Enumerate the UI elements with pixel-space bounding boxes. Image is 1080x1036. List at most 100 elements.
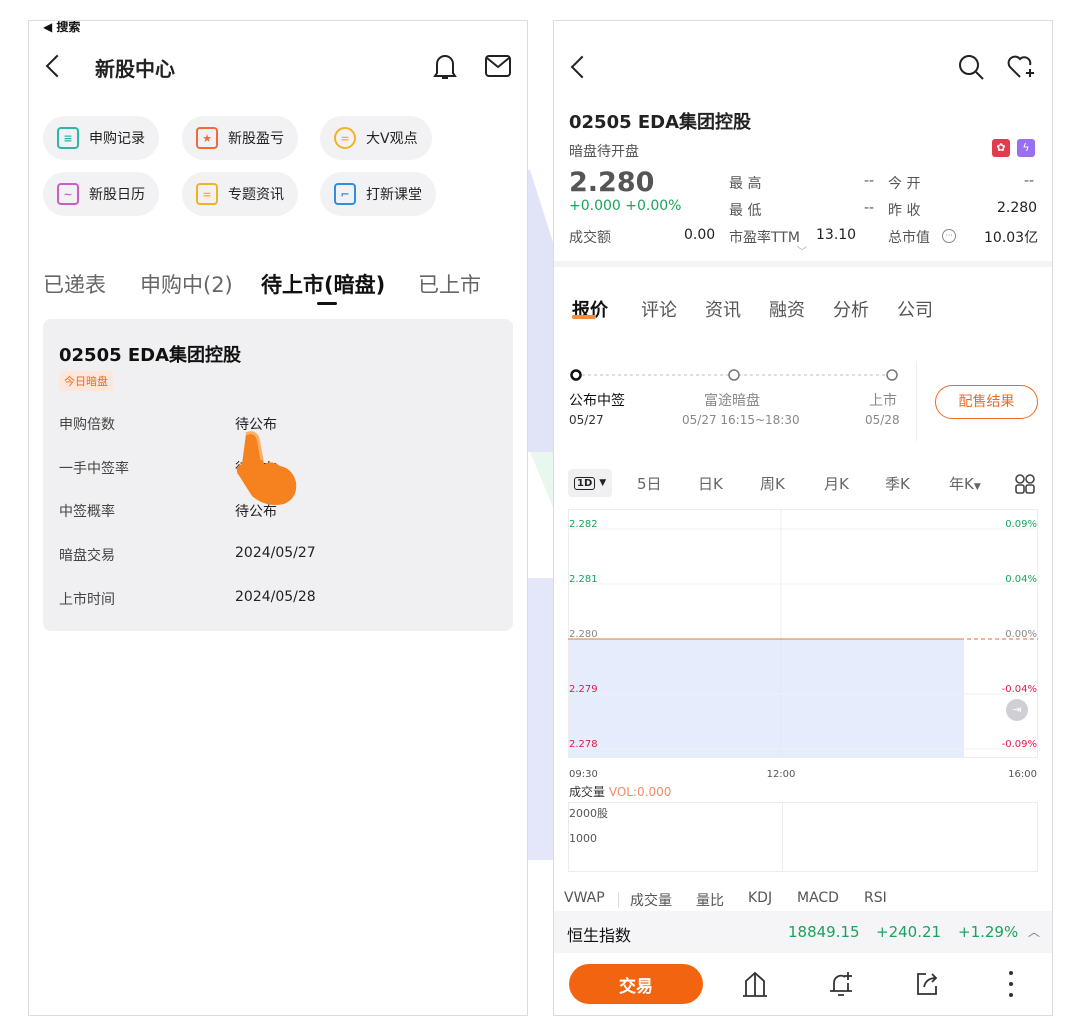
tab-comments[interactable]: 评论 [641,296,677,322]
timeline-step-date: 05/28 [865,413,900,427]
volume-title: 成交量 [569,785,606,799]
market-cap-label: 总市值 [888,230,930,246]
volume-value: VOL:0.000 [608,785,672,799]
indicator-macd[interactable]: MACD [797,890,839,906]
row-value: 待公布 [235,417,277,433]
back-arrow-icon[interactable] [45,54,69,78]
ipo-center-panel: ◀ 搜索 新股中心 ≡ 申购记录 ★ 新股盈亏 = 大V观点 ~ 新股日历 = … [28,20,528,1016]
ktab-quarterly[interactable]: 季K [885,473,910,494]
bell-icon[interactable] [431,52,459,82]
interval-1d-selector[interactable]: 1D ▼ [568,469,613,497]
tab-analysis[interactable]: 分析 [833,296,869,322]
shortcut-label: 新股盈亏 [228,131,284,147]
current-price: 2.280 [569,167,655,198]
bookmark-icon: ⌐ [334,183,356,205]
shortcut-label: 打新课堂 [366,187,422,203]
expand-chevron-icon[interactable]: ﹀ [797,243,807,258]
y-tick-label: 2.282 [569,519,598,530]
shortcut-kol-views[interactable]: = 大V观点 [320,116,432,160]
divider [916,361,917,441]
low-value: -- [864,200,875,216]
timeline-step-label: 富途暗盘 [704,393,760,409]
tab-listed[interactable]: 已上市 [418,269,481,299]
indicator-volume-ratio[interactable]: 量比 [696,890,724,910]
dropdown-caret-icon: ▼ [973,482,981,492]
pct-tick-label: 0.04% [1005,574,1037,585]
shortcut-ipo-pnl[interactable]: ★ 新股盈亏 [182,116,298,160]
stock-detail-panel: 02505 EDA集团控股 暗盘待开盘 ✿ ϟ 2.280 +0.000 +0.… [553,20,1053,1016]
low-label: 最 低 [729,203,762,219]
active-tab-indicator [317,302,337,305]
placement-results-button[interactable]: 配售结果 [935,385,1038,419]
grid-layout-icon[interactable] [1014,473,1036,495]
mail-icon[interactable] [484,54,512,78]
timeline-step-label: 公布中签 [569,393,625,409]
x-tick-label: 16:00 [1008,769,1037,780]
volume-chart [568,802,1038,872]
turnover-value: 0.00 [684,227,716,243]
chat-bubble-icon: = [334,127,356,149]
divider [554,261,1052,267]
tab-news[interactable]: 资讯 [705,296,741,322]
document-icon: = [196,183,218,205]
timeline-step-label: 上市 [869,393,897,409]
shortcut-topic-news[interactable]: = 专题资讯 [182,172,298,216]
shortcut-label: 新股日历 [89,187,145,203]
index-ticker-bar[interactable]: 恒生指数 18849.15 +240.21 +1.29% ︿ [554,911,1052,953]
ktab-monthly[interactable]: 月K [824,473,849,494]
shortcut-label: 大V观点 [366,131,418,147]
prev-close-value: 2.280 [997,200,1038,216]
stock-name: 02505 EDA集团控股 [59,345,242,366]
ipo-timeline [570,369,898,381]
search-icon[interactable] [957,53,985,81]
back-to-search-link[interactable]: ◀ 搜索 [43,21,80,35]
add-watchlist-heart-icon[interactable] [1006,53,1038,81]
tab-company[interactable]: 公司 [897,296,933,322]
y-tick-label: 2.278 [569,739,598,750]
ktab-5d[interactable]: 5日 [637,473,662,494]
row-label: 暗盘交易 [59,548,115,564]
shortcut-ipo-calendar[interactable]: ~ 新股日历 [43,172,159,216]
expand-up-icon[interactable]: ︿ [1028,923,1040,940]
index-change: +240.21 [876,923,942,941]
shortcut-subscription-records[interactable]: ≡ 申购记录 [43,116,159,160]
indicator-kdj[interactable]: KDJ [748,890,772,906]
volume-label: 成交量 VOL:0.000 [569,783,671,800]
building-icon[interactable] [740,969,770,999]
interval-1d-label: 1D [574,476,596,490]
status-badge: 今日暗盘 [59,371,113,391]
x-tick-label: 12:00 [767,769,796,780]
index-value: 18849.15 [788,923,860,941]
scroll-to-latest-icon[interactable]: ⇥ [1006,699,1028,721]
ipo-card[interactable]: 02505 EDA集团控股 今日暗盘 申购倍数 待公布 一手中签率 待公布 中签… [43,319,513,631]
high-label: 最 高 [729,176,762,192]
indicator-rsi[interactable]: RSI [864,890,887,906]
back-arrow-icon[interactable] [570,55,594,79]
ktab-weekly[interactable]: 周K [760,473,785,494]
ktab-yearly[interactable]: 年K▼ [949,473,981,494]
pct-tick-label: 0.09% [1005,519,1037,530]
info-dots-icon[interactable]: ··· [942,229,956,243]
trade-button[interactable]: 交易 [569,964,703,1004]
lightning-badge-icon: ϟ [1017,139,1035,157]
row-value: 2024/05/27 [235,545,316,561]
shortcut-ipo-class[interactable]: ⌐ 打新课堂 [320,172,436,216]
tab-subscribing[interactable]: 申购中(2) [140,269,233,299]
open-value: -- [1024,173,1035,189]
tab-financing[interactable]: 融资 [769,296,805,322]
row-value: 待公布 [235,461,277,477]
turnover-label: 成交额 [569,230,611,246]
more-vertical-icon[interactable] [1006,969,1016,999]
alert-bell-icon[interactable] [826,969,856,999]
tab-pending-listing[interactable]: 待上市(暗盘) [261,269,385,299]
indicator-vwap[interactable]: VWAP [564,890,605,906]
ktab-daily[interactable]: 日K [698,473,723,494]
share-icon[interactable] [912,969,942,999]
indicator-volume[interactable]: 成交量 [630,890,672,910]
pct-tick-label: -0.04% [1002,684,1037,695]
prev-close-label: 昨 收 [888,203,921,219]
index-percent: +1.29% [958,923,1019,941]
tab-filed[interactable]: 已递表 [43,269,106,299]
row-label: 中签概率 [59,504,115,520]
market-status: 暗盘待开盘 [569,144,639,160]
